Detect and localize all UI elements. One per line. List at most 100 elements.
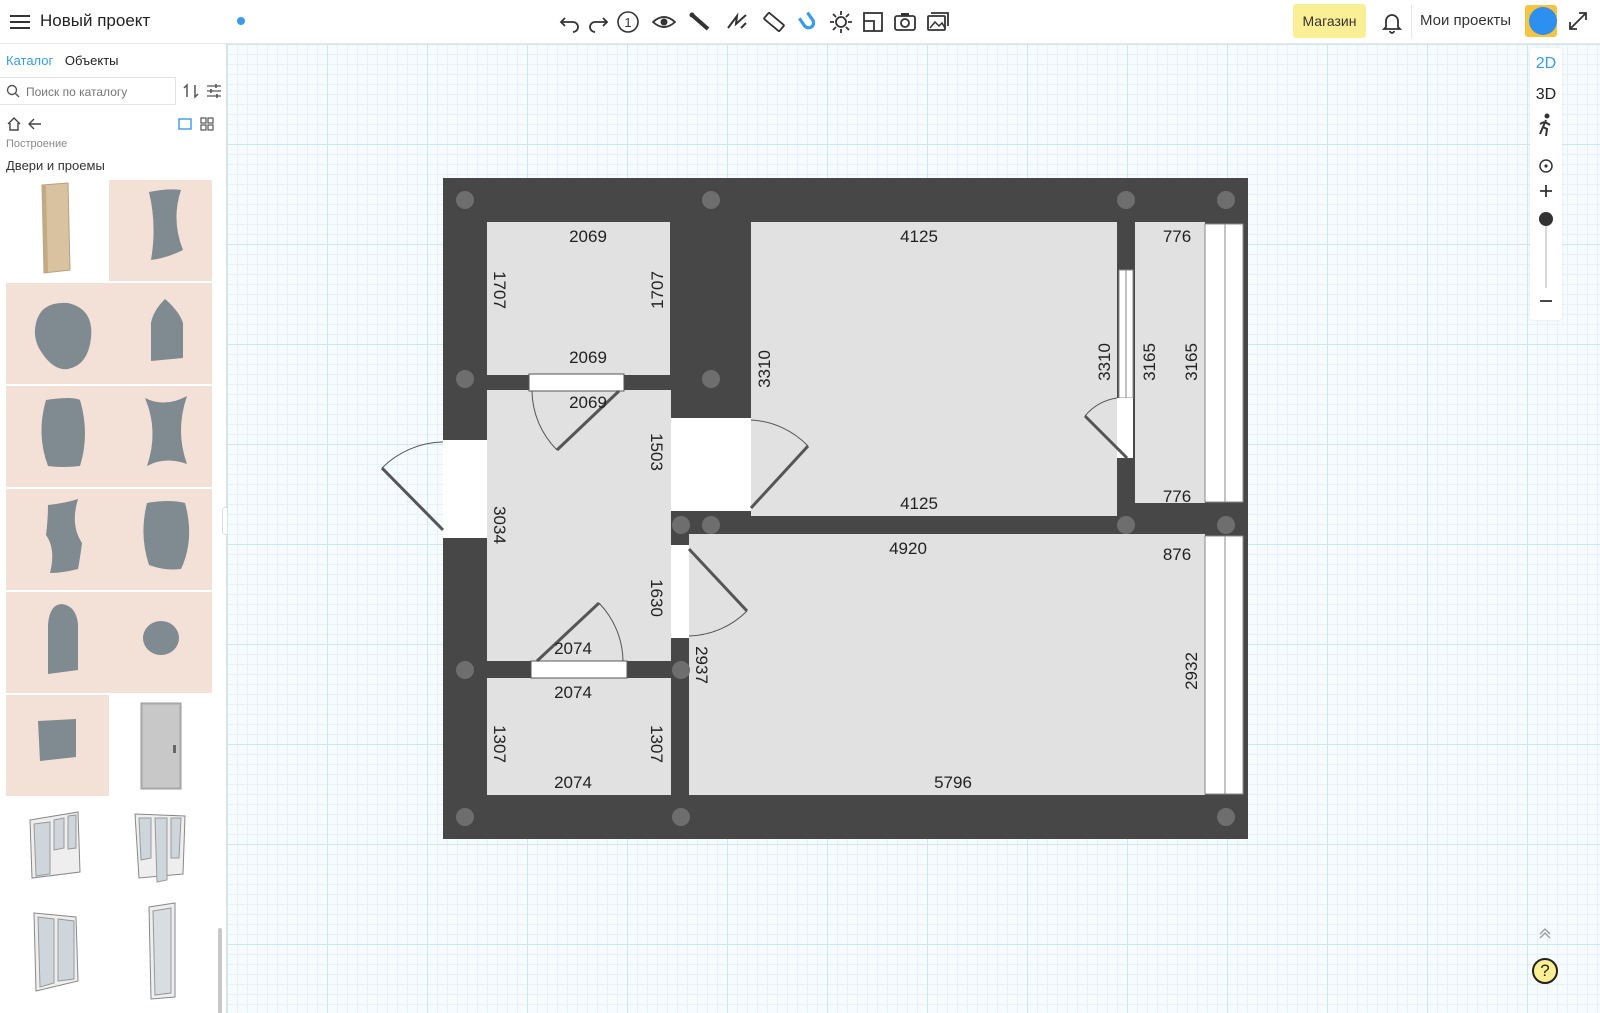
catalog-item-wooden-door[interactable] bbox=[6, 180, 109, 281]
tab-objects[interactable]: Объекты bbox=[65, 53, 119, 68]
dim-label[interactable]: 5796 bbox=[934, 773, 972, 792]
floor-plan[interactable]: 2069 1707 1707 2069 2069 1503 3034 4125 … bbox=[227, 44, 1600, 1013]
ruler-icon[interactable] bbox=[760, 8, 788, 36]
catalog-item-arch-opening[interactable] bbox=[6, 592, 109, 693]
catalog-item-single-glass-door[interactable] bbox=[109, 901, 212, 1002]
project-title[interactable]: Новый проект bbox=[40, 11, 150, 31]
redo-icon[interactable] bbox=[584, 8, 612, 36]
search-input[interactable] bbox=[24, 82, 173, 102]
sort-icon[interactable] bbox=[182, 82, 200, 100]
dim-label[interactable]: 3310 bbox=[755, 350, 774, 388]
arch-opening-icon bbox=[48, 604, 78, 674]
dim-label[interactable]: 1503 bbox=[647, 433, 666, 471]
catalog-item-convex-opening[interactable] bbox=[109, 489, 212, 590]
view-2d-button[interactable]: 2D bbox=[1530, 55, 1562, 73]
hamburger-menu-icon[interactable] bbox=[10, 12, 30, 30]
gallery-icon[interactable] bbox=[924, 8, 952, 36]
breadcrumb[interactable]: Построение bbox=[6, 138, 67, 150]
magnet-snap-icon[interactable] bbox=[794, 8, 822, 36]
floor-level-icon[interactable]: 1 bbox=[614, 8, 642, 36]
window-bottom-right[interactable] bbox=[1204, 535, 1244, 795]
room-living[interactable] bbox=[689, 534, 1205, 795]
large-tiles-view-icon[interactable] bbox=[177, 116, 193, 132]
sidebar-scrollbar[interactable] bbox=[218, 928, 222, 1013]
bath-door-opening[interactable] bbox=[530, 660, 628, 679]
draw-line-icon[interactable] bbox=[723, 8, 751, 36]
dim-label[interactable]: 776 bbox=[1163, 487, 1191, 506]
dim-label[interactable]: 1707 bbox=[490, 271, 509, 309]
catalog-item-round-opening[interactable] bbox=[6, 283, 109, 384]
living-door-opening[interactable] bbox=[671, 545, 689, 638]
camera-icon[interactable] bbox=[891, 8, 919, 36]
dim-label[interactable]: 2069 bbox=[569, 227, 607, 246]
dim-label[interactable]: 3165 bbox=[1182, 343, 1201, 381]
dim-label[interactable]: 2074 bbox=[554, 683, 592, 702]
kitchen-door-opening[interactable] bbox=[671, 418, 751, 511]
lighting-icon[interactable] bbox=[827, 8, 855, 36]
catalog-item-double-glass-door[interactable] bbox=[6, 901, 109, 1002]
catalog-item-onion-arch-opening[interactable] bbox=[109, 283, 212, 384]
wooden-door-icon bbox=[41, 182, 71, 274]
dim-label[interactable]: 2069 bbox=[569, 393, 607, 412]
zoom-slider-handle[interactable] bbox=[1539, 212, 1553, 226]
dim-label[interactable]: 1307 bbox=[647, 725, 666, 763]
wall-tool-icon[interactable] bbox=[686, 8, 714, 36]
filter-settings-icon[interactable] bbox=[205, 82, 223, 100]
catalog-item-balcony-block-alt[interactable] bbox=[109, 798, 212, 899]
dim-label[interactable]: 2074 bbox=[554, 639, 592, 658]
room-door-opening[interactable] bbox=[528, 373, 625, 392]
dim-label[interactable]: 2937 bbox=[692, 646, 711, 684]
plan-import-icon[interactable] bbox=[859, 8, 887, 36]
center-view-icon[interactable] bbox=[1538, 158, 1554, 174]
catalog-item-metal-door[interactable] bbox=[109, 695, 212, 796]
dim-label[interactable]: 3310 bbox=[1095, 343, 1114, 381]
plan-canvas[interactable]: 2069 1707 1707 2069 2069 1503 3034 4125 … bbox=[227, 44, 1600, 1013]
dim-label[interactable]: 2074 bbox=[554, 773, 592, 792]
small-tiles-view-icon[interactable] bbox=[199, 116, 215, 132]
fullscreen-icon[interactable] bbox=[1566, 9, 1590, 33]
avatar[interactable] bbox=[1525, 5, 1557, 37]
notifications-bell-icon[interactable] bbox=[1378, 8, 1406, 36]
visibility-eye-icon[interactable] bbox=[650, 8, 678, 36]
search-icon bbox=[6, 84, 20, 98]
window-top-right[interactable] bbox=[1204, 223, 1244, 503]
dim-label[interactable]: 4920 bbox=[889, 539, 927, 558]
dim-label[interactable]: 1307 bbox=[490, 725, 509, 763]
catalog-item-concave-opening[interactable] bbox=[109, 386, 212, 487]
scroll-top-icon[interactable] bbox=[1532, 920, 1558, 946]
dim-label[interactable]: 4125 bbox=[900, 494, 938, 513]
zoom-in-icon[interactable] bbox=[1538, 183, 1554, 199]
catalog-item-curved-opening[interactable] bbox=[109, 180, 212, 281]
dim-label[interactable]: 2069 bbox=[569, 348, 607, 367]
catalog-item-balcony-block[interactable] bbox=[6, 798, 109, 899]
dim-label[interactable]: 4125 bbox=[900, 227, 938, 246]
dim-label[interactable]: 3165 bbox=[1140, 343, 1159, 381]
single-glass-door-icon bbox=[148, 902, 176, 1000]
catalog-item-wave-opening[interactable] bbox=[6, 489, 109, 590]
metal-door-icon bbox=[140, 702, 182, 790]
entrance-door-opening[interactable] bbox=[443, 440, 487, 538]
catalog-item-rect-opening[interactable] bbox=[6, 695, 109, 796]
dim-label[interactable]: 1707 bbox=[648, 271, 667, 309]
catalog-nav bbox=[6, 116, 222, 134]
dim-label[interactable]: 2932 bbox=[1182, 652, 1201, 690]
zoom-out-icon[interactable] bbox=[1538, 293, 1554, 309]
walk-mode-icon[interactable] bbox=[1534, 112, 1558, 138]
dim-label[interactable]: 776 bbox=[1163, 227, 1191, 246]
catalog-item-barrel-opening[interactable] bbox=[6, 386, 109, 487]
room-kitchen[interactable] bbox=[751, 222, 1117, 516]
tab-catalog[interactable]: Каталог bbox=[6, 53, 53, 68]
home-icon[interactable] bbox=[6, 116, 22, 132]
divider bbox=[1411, 4, 1412, 38]
barrel-opening-icon bbox=[41, 398, 85, 467]
dim-label[interactable]: 1630 bbox=[647, 579, 666, 617]
my-projects-link[interactable]: Мои проекты bbox=[1420, 12, 1511, 29]
back-arrow-icon[interactable] bbox=[27, 116, 43, 132]
dim-label[interactable]: 3034 bbox=[490, 506, 509, 544]
shop-button[interactable]: Магазин bbox=[1293, 4, 1366, 38]
dim-label[interactable]: 876 bbox=[1163, 545, 1191, 564]
help-button[interactable]: ? bbox=[1532, 958, 1558, 984]
catalog-item-circle-opening[interactable] bbox=[109, 592, 212, 693]
view-3d-button[interactable]: 3D bbox=[1530, 86, 1562, 104]
undo-icon[interactable] bbox=[556, 8, 584, 36]
